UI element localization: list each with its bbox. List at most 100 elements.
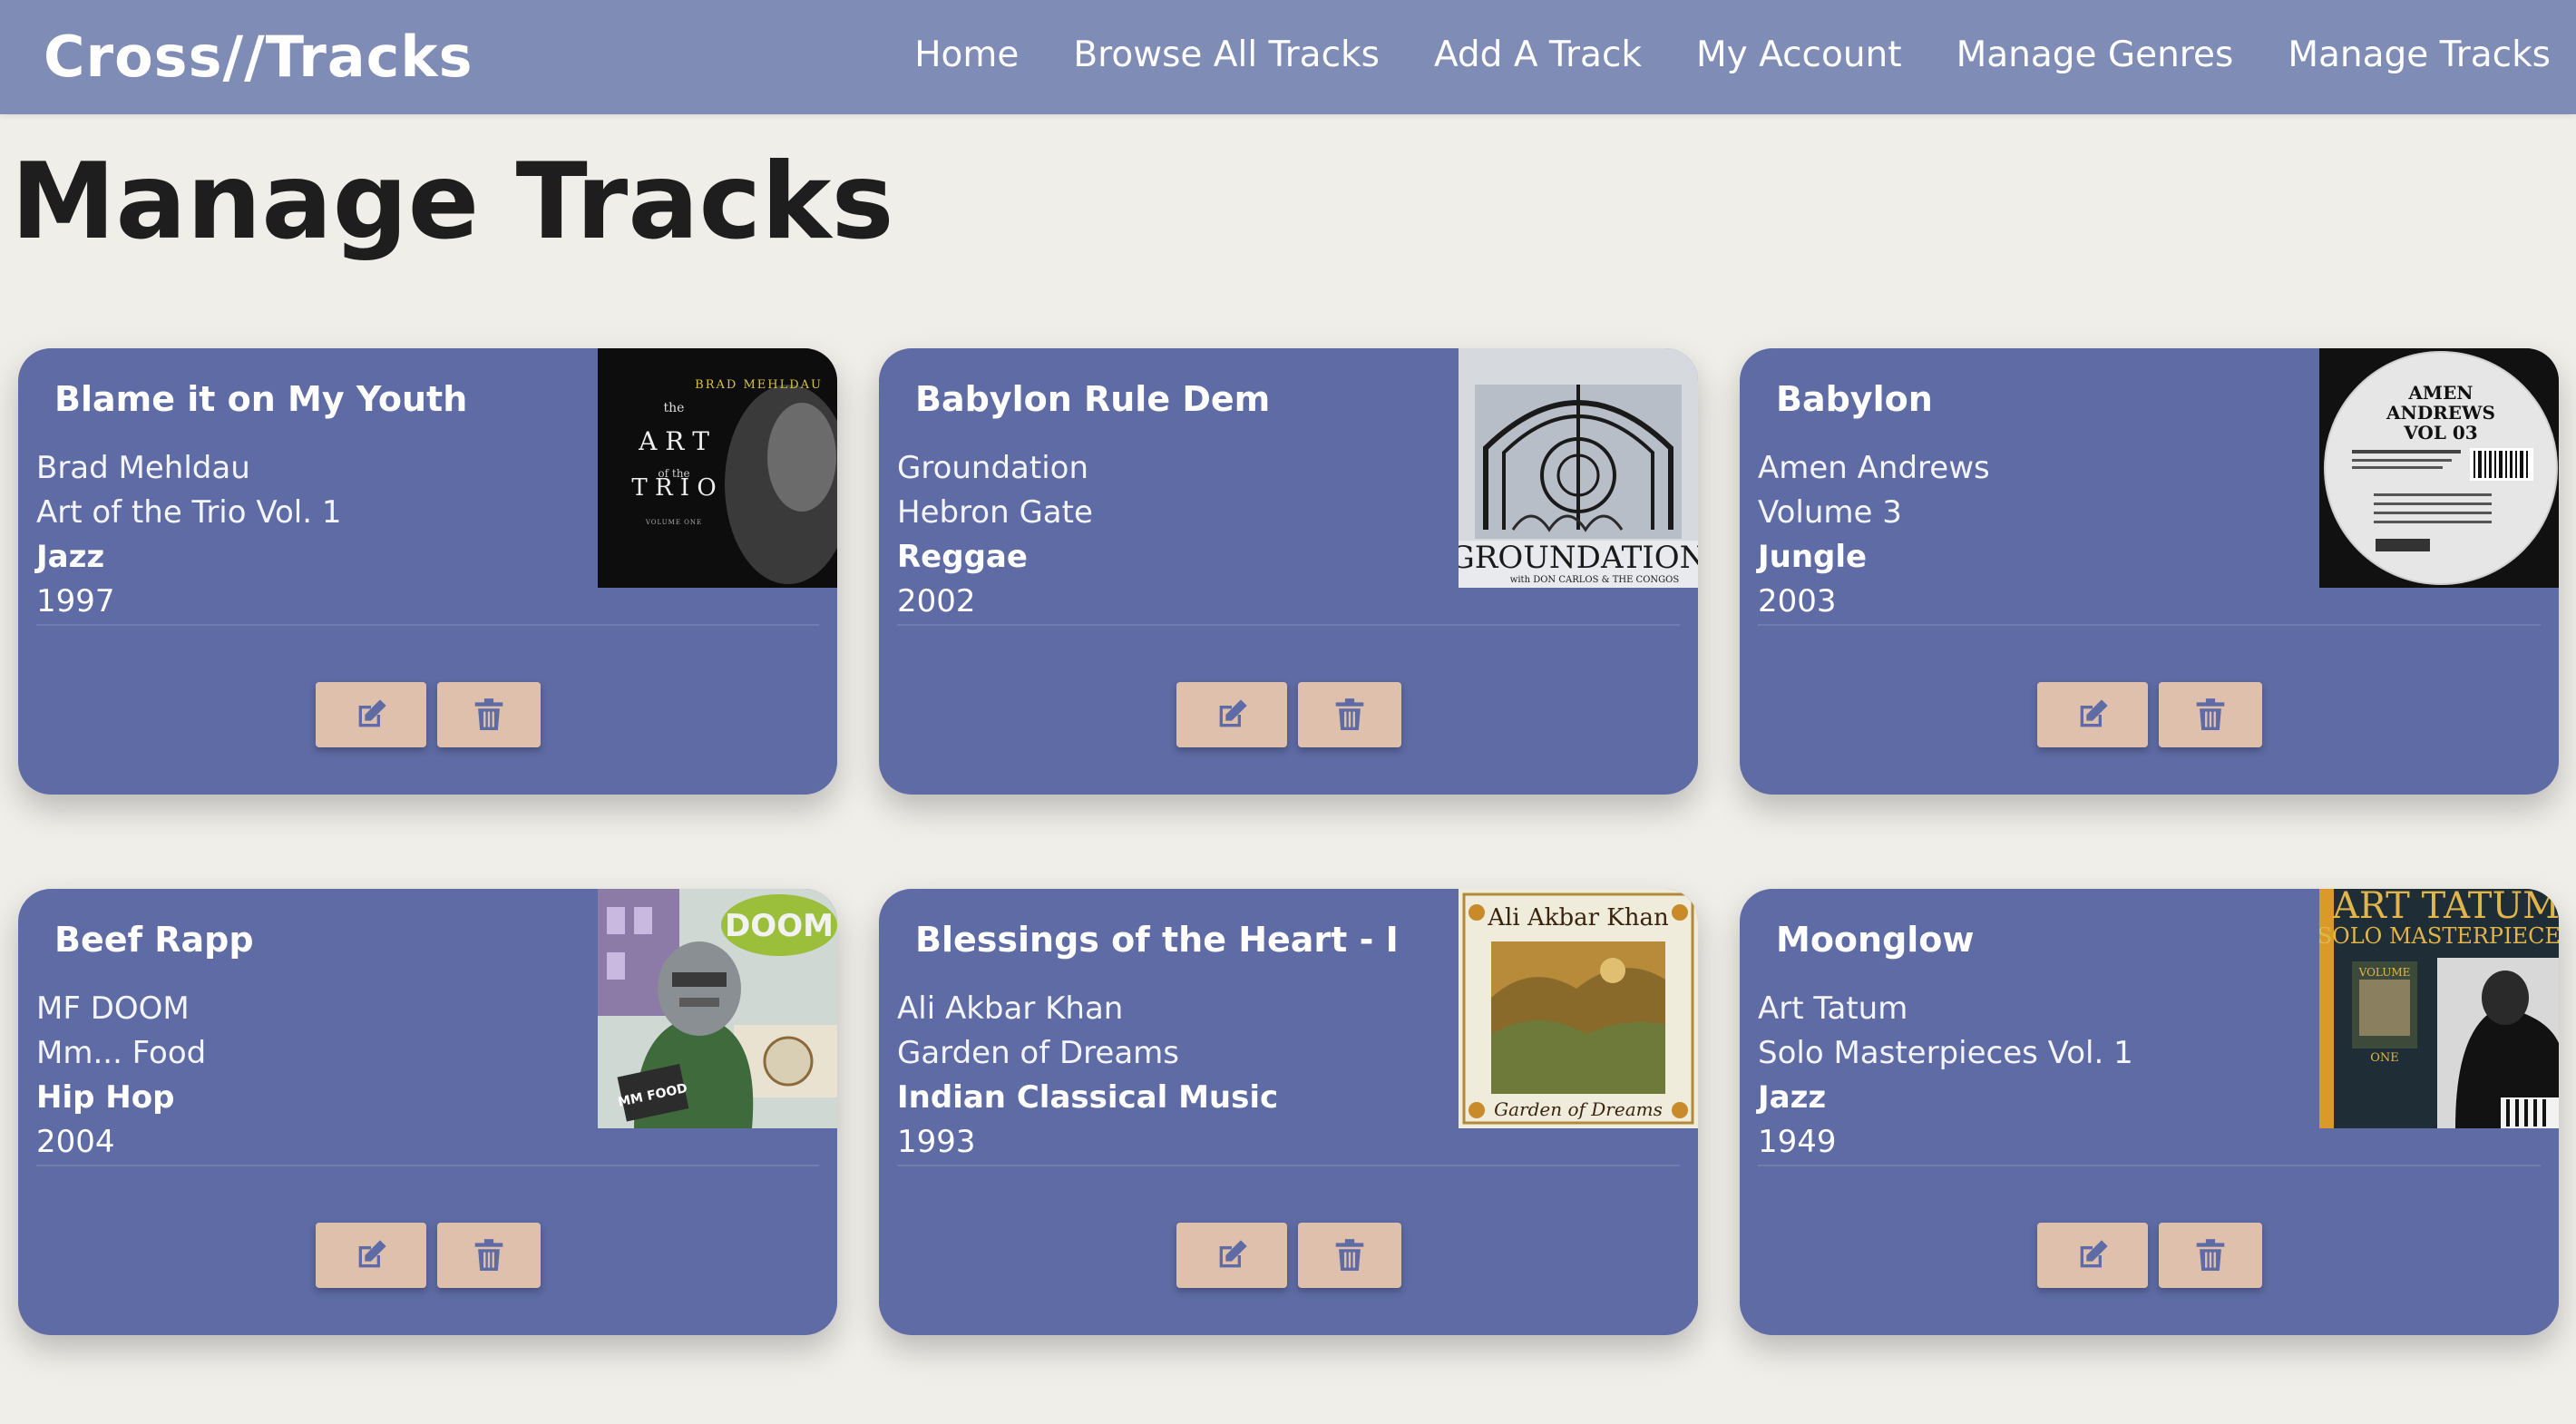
card-actions — [1740, 682, 2559, 747]
track-meta: Ali Akbar Khan Garden of Dreams Indian C… — [897, 987, 1278, 1165]
track-grid: Blame it on My Youth BRAD MEHLDAU the A … — [18, 348, 2561, 1335]
track-artist: Brad Mehldau — [36, 450, 250, 486]
nav-manage-genres[interactable]: Manage Genres — [1956, 34, 2234, 75]
edit-icon — [358, 1240, 386, 1268]
edit-button[interactable] — [1176, 1223, 1287, 1288]
delete-button[interactable] — [1297, 682, 1401, 747]
edit-icon — [1219, 1240, 1247, 1268]
track-card: Blessings of the Heart - I Ali Akbar Kha… — [879, 889, 1698, 1335]
trash-icon — [2196, 1239, 2224, 1271]
cover-text: Ali Akbar Khan — [1487, 904, 1669, 931]
trash-icon — [474, 1239, 503, 1271]
cover-text: T R I O — [631, 474, 716, 502]
track-title: Blame it on My Youth — [54, 379, 468, 419]
track-year: 1993 — [897, 1124, 976, 1160]
card-divider — [36, 1165, 819, 1166]
track-year: 1997 — [36, 583, 115, 619]
track-year: 2002 — [897, 583, 976, 619]
cover-text: A R T — [638, 426, 709, 456]
track-meta: Groundation Hebron Gate Reggae 2002 — [897, 446, 1093, 624]
delete-button[interactable] — [436, 1223, 541, 1288]
brand-logo[interactable]: Cross//Tracks — [44, 24, 473, 91]
track-genre: Indian Classical Music — [897, 1079, 1279, 1116]
cover-text: with DON CARLOS & THE CONGOS — [1510, 575, 1680, 585]
cover-text: VOLUME — [2358, 966, 2411, 979]
cover-text: ANDREWS — [2386, 402, 2495, 424]
album-cover-image: GROUNDATION with DON CARLOS & THE CONGOS — [1459, 348, 1698, 588]
track-meta: Amen Andrews Volume 3 Jungle 2003 — [1758, 446, 1990, 624]
nav-my-account[interactable]: My Account — [1696, 34, 1902, 75]
edit-button[interactable] — [2036, 1223, 2148, 1288]
edit-icon — [2080, 1240, 2108, 1268]
track-year: 1949 — [1758, 1124, 1837, 1160]
card-divider — [1758, 1165, 2541, 1166]
card-actions — [18, 682, 837, 747]
cover-text: DOOM — [725, 908, 834, 944]
delete-button[interactable] — [436, 682, 541, 747]
track-album: Mm... Food — [36, 1035, 207, 1071]
edit-button[interactable] — [315, 682, 426, 747]
track-genre: Reggae — [897, 539, 1028, 575]
edit-button[interactable] — [2036, 682, 2148, 747]
album-cover-image: BRAD MEHLDAU the A R T of the T R I O VO… — [598, 348, 837, 588]
trash-icon — [474, 698, 503, 730]
track-year: 2004 — [36, 1124, 115, 1160]
cover-text: VOL 03 — [2403, 422, 2477, 444]
track-album: Hebron Gate — [897, 494, 1093, 531]
track-genre: Jazz — [36, 539, 105, 575]
track-album: Art of the Trio Vol. 1 — [36, 494, 342, 531]
card-divider — [36, 624, 819, 626]
album-cover-image: Ali Akbar Khan Garden of Dreams — [1459, 889, 1698, 1128]
nav-manage-tracks[interactable]: Manage Tracks — [2288, 34, 2551, 75]
cover-text: the — [664, 401, 685, 415]
track-title: Babylon Rule Dem — [915, 379, 1271, 419]
track-album: Volume 3 — [1758, 494, 1902, 531]
edit-icon — [1219, 699, 1247, 727]
cover-text: SOLO MASTERPIECES — [2319, 923, 2559, 949]
nav-add-a-track[interactable]: Add A Track — [1434, 34, 1642, 75]
track-album: Solo Masterpieces Vol. 1 — [1758, 1035, 2133, 1071]
track-card: Babylon Rule Dem GROUNDATION with DON CA… — [879, 348, 1698, 795]
track-card: Blame it on My Youth BRAD MEHLDAU the A … — [18, 348, 837, 795]
track-artist: Art Tatum — [1758, 990, 1908, 1027]
album-cover-image: DOOM MM FOOD — [598, 889, 837, 1128]
cover-text: AMEN — [2407, 382, 2473, 404]
track-card: Babylon AMEN ANDREWS VOL 03 Amen Andrews… — [1740, 348, 2559, 795]
track-artist: Ali Akbar Khan — [897, 990, 1124, 1027]
track-title: Beef Rapp — [54, 920, 254, 960]
trash-icon — [1335, 698, 1363, 730]
track-card: Moonglow ART TATUM SOLO MASTERPIECES VOL… — [1740, 889, 2559, 1335]
card-divider — [1758, 624, 2541, 626]
trash-icon — [1335, 1239, 1363, 1271]
trash-icon — [2196, 698, 2224, 730]
delete-button[interactable] — [2158, 682, 2262, 747]
top-navbar: Cross//Tracks Home Browse All Tracks Add… — [0, 0, 2576, 114]
edit-button[interactable] — [1176, 682, 1287, 747]
nav-home[interactable]: Home — [914, 34, 1019, 75]
delete-button[interactable] — [1297, 1223, 1401, 1288]
album-cover-image: ART TATUM SOLO MASTERPIECES VOLUME ONE — [2319, 889, 2559, 1128]
album-cover-image: AMEN ANDREWS VOL 03 — [2319, 348, 2559, 588]
nav-browse-all-tracks[interactable]: Browse All Tracks — [1073, 34, 1380, 75]
card-actions — [879, 1223, 1698, 1288]
card-actions — [879, 682, 1698, 747]
track-meta: Art Tatum Solo Masterpieces Vol. 1 Jazz … — [1758, 987, 2133, 1165]
edit-icon — [2080, 699, 2108, 727]
track-card: Beef Rapp DOOM MM FOOD MF DOOM Mm... Foo… — [18, 889, 837, 1335]
cover-text: GROUNDATION — [1459, 540, 1698, 576]
track-title: Blessings of the Heart - I — [915, 920, 1399, 960]
card-actions — [1740, 1223, 2559, 1288]
track-artist: Amen Andrews — [1758, 450, 1990, 486]
cover-text: Garden of Dreams — [1494, 1098, 1663, 1120]
card-divider — [897, 624, 1680, 626]
track-album: Garden of Dreams — [897, 1035, 1179, 1071]
edit-button[interactable] — [315, 1223, 426, 1288]
card-actions — [18, 1223, 837, 1288]
track-title: Babylon — [1776, 379, 1933, 419]
track-artist: MF DOOM — [36, 990, 190, 1027]
delete-button[interactable] — [2158, 1223, 2262, 1288]
edit-icon — [358, 699, 386, 727]
track-genre: Jungle — [1758, 539, 1868, 575]
track-title: Moonglow — [1776, 920, 1975, 960]
track-meta: Brad Mehldau Art of the Trio Vol. 1 Jazz… — [36, 446, 341, 624]
